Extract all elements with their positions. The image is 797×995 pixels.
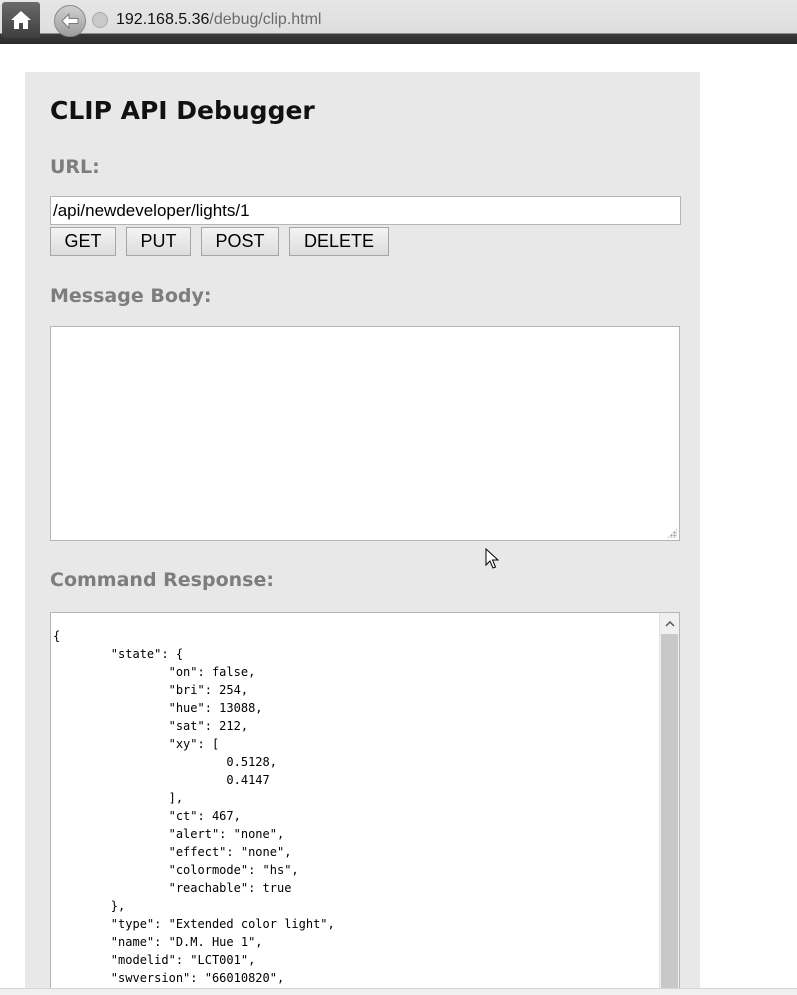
response-scrollbar[interactable] xyxy=(659,613,679,993)
debugger-panel: CLIP API Debugger URL: GET PUT POST DELE… xyxy=(25,72,700,994)
put-button[interactable]: PUT xyxy=(126,227,191,256)
url-path: /debug/clip.html xyxy=(209,11,322,28)
message-body-textarea[interactable] xyxy=(50,326,680,541)
command-response-textarea[interactable]: { "state": { "on": false, "bri": 254, "h… xyxy=(50,612,680,994)
delete-button[interactable]: DELETE xyxy=(289,227,389,256)
scrollbar-thumb[interactable] xyxy=(661,634,678,993)
url-input[interactable] xyxy=(50,196,681,225)
home-button[interactable] xyxy=(2,2,40,38)
scroll-up-button[interactable] xyxy=(660,613,679,633)
url-host: 192.168.5.36 xyxy=(116,11,210,28)
command-response-text: { "state": { "on": false, "bri": 254, "h… xyxy=(53,629,335,985)
globe-icon xyxy=(92,12,108,28)
message-body-label: Message Body: xyxy=(50,285,212,307)
page-title: CLIP API Debugger xyxy=(50,96,315,125)
browser-toolbar: 192.168.5.36/debug/clip.html xyxy=(0,0,797,44)
url-label: URL: xyxy=(50,156,100,178)
resize-grip-icon[interactable] xyxy=(667,528,677,538)
command-response-label: Command Response: xyxy=(50,569,274,591)
mouse-cursor-icon xyxy=(485,548,499,569)
home-icon xyxy=(11,11,31,29)
post-button[interactable]: POST xyxy=(201,227,279,256)
chevron-up-icon xyxy=(664,620,675,627)
back-button[interactable] xyxy=(54,5,86,37)
address-bar[interactable]: 192.168.5.36/debug/clip.html xyxy=(90,8,790,32)
back-arrow-icon xyxy=(61,13,79,29)
get-button[interactable]: GET xyxy=(50,227,116,256)
